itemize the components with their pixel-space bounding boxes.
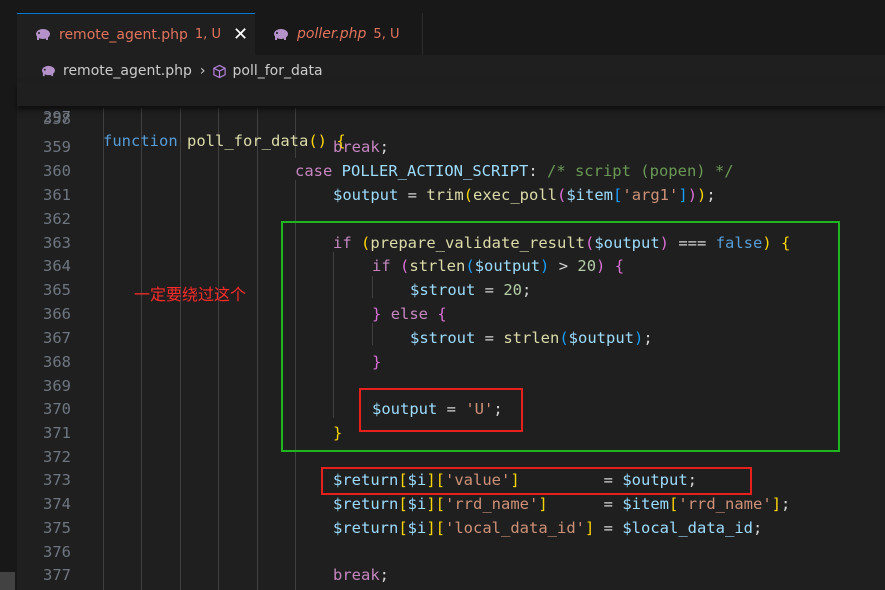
code-text: break;: [333, 566, 390, 584]
tab-status-badge: 5, U: [373, 26, 400, 42]
line-number: 363: [43, 234, 71, 252]
breadcrumb-symbol[interactable]: poll_for_data: [233, 63, 323, 79]
code-line: 297 function poll_for_data() {: [17, 82, 885, 150]
line-number: 375: [43, 519, 71, 537]
left-gutter-strip: [0, 0, 17, 590]
line-number: 374: [43, 495, 71, 513]
line-number: 297: [43, 107, 71, 126]
line-number: 373: [43, 471, 71, 489]
line-number: 362: [43, 210, 71, 228]
line-number: 367: [43, 329, 71, 347]
code-text: function poll_for_data() {: [103, 131, 346, 150]
code-text: $return[$i]['local_data_id'] = $local_da…: [333, 519, 763, 537]
line-number: 369: [43, 377, 71, 395]
code-text: $return[$i]['rrd_name'] = $item['rrd_nam…: [333, 495, 791, 513]
line-number: 371: [43, 424, 71, 442]
line-number: 368: [43, 353, 71, 371]
red-highlight-box-output: [359, 388, 523, 432]
code-line: 361 $output = trim(exec_poll($item['arg1'…: [17, 184, 885, 208]
code-line: 358: [17, 108, 885, 132]
line-number: 377: [43, 566, 71, 584]
sticky-scroll-header[interactable]: 297 function poll_for_data() {: [17, 82, 885, 150]
line-number: 365: [43, 281, 71, 299]
chevron-right-icon: ›: [199, 63, 206, 79]
tab-label: poller.php: [297, 26, 367, 42]
line-number: 366: [43, 305, 71, 323]
line-number: 370: [43, 400, 71, 418]
code-text: case POLLER_ACTION_SCRIPT: /* script (po…: [295, 162, 734, 180]
tab-status-badge: 1, U: [194, 27, 221, 42]
breadcrumb: remote_agent.php › poll_for_data: [40, 60, 323, 82]
code-line: 376: [17, 541, 885, 565]
tab-remote-agent[interactable]: remote_agent.php 1, U ✕: [17, 13, 255, 55]
close-icon[interactable]: ✕: [233, 25, 248, 44]
line-number: 372: [43, 448, 71, 466]
symbol-method-icon: [212, 64, 226, 78]
php-elephant-icon: [36, 29, 50, 40]
red-highlight-box-return: [321, 467, 752, 495]
editor-tab-bar: remote_agent.php 1, U ✕ poller.php 5, U: [17, 0, 885, 55]
code-text: $output = trim(exec_poll($item['arg1']))…: [333, 186, 716, 204]
line-number: 376: [43, 543, 71, 561]
code-line: 375 $return[$i]['local_data_id'] = $local…: [17, 517, 885, 541]
breadcrumb-file[interactable]: remote_agent.php: [63, 63, 192, 79]
code-line: 377 break;: [17, 564, 885, 588]
code-line: 360 case POLLER_ACTION_SCRIPT: /* script …: [17, 160, 885, 184]
php-elephant-icon: [274, 28, 288, 40]
annotation-text: 一定要绕过这个: [134, 285, 247, 304]
tab-label: remote_agent.php: [59, 26, 188, 43]
scrollbar-thumb[interactable]: [0, 572, 15, 590]
code-line: 374 $return[$i]['rrd_name'] = $item['rrd_…: [17, 493, 885, 517]
php-elephant-icon: [42, 65, 55, 77]
line-number: 364: [43, 257, 71, 275]
line-number: 361: [43, 186, 71, 204]
tab-poller[interactable]: poller.php 5, U: [255, 13, 423, 55]
